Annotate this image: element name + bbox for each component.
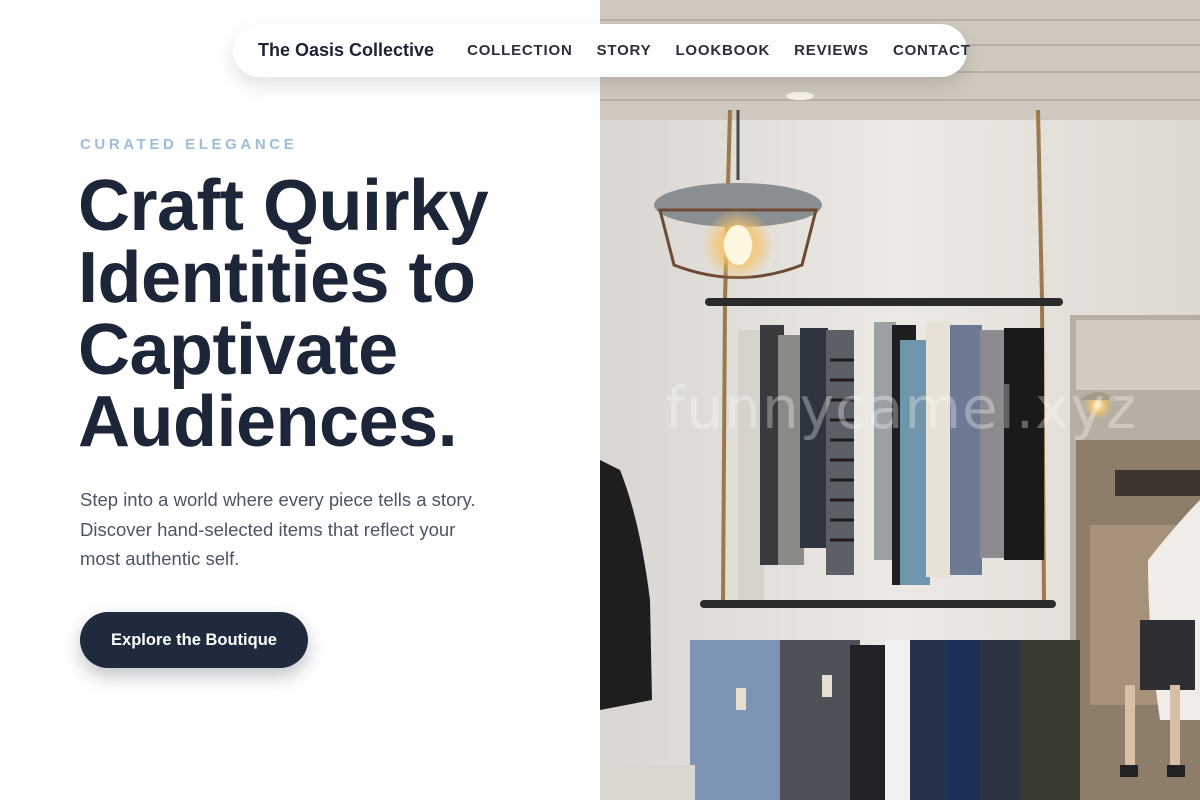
landing-page: funnycamel.xyz The Oasis Collective COLL… xyxy=(0,0,1200,800)
headline-line: Craft Quirky xyxy=(78,166,489,246)
subtext-line: Step into a world where every piece tell… xyxy=(80,489,476,510)
nav-link-reviews[interactable]: REVIEWS xyxy=(794,42,869,59)
watermark-text: funnycamel.xyz xyxy=(665,374,1138,442)
hero-headline: Craft Quirky Identities to Captivate Aud… xyxy=(78,170,578,458)
subtext-line: most authentic self. xyxy=(80,548,240,569)
subtext-line: Discover hand-selected items that reflec… xyxy=(80,518,456,540)
top-navigation: The Oasis Collective COLLECTION STORY LO… xyxy=(233,24,970,77)
nav-link-lookbook[interactable]: LOOKBOOK xyxy=(675,42,770,59)
brand-logo[interactable]: The Oasis Collective xyxy=(258,40,434,61)
hero-subtext: Step into a world where every piece tell… xyxy=(80,485,520,574)
explore-boutique-button[interactable]: Explore the Boutique xyxy=(80,612,308,668)
nav-link-contact[interactable]: CONTACT xyxy=(893,42,971,59)
hero-eyebrow: CURATED ELEGANCE xyxy=(80,136,298,153)
nav-links: COLLECTION STORY LOOKBOOK REVIEWS CONTAC… xyxy=(467,42,971,59)
headline-line: Captivate xyxy=(78,310,398,390)
nav-link-story[interactable]: STORY xyxy=(597,42,652,59)
headline-line: Identities to xyxy=(78,238,476,318)
headline-line: Audiences. xyxy=(78,382,458,462)
nav-link-collection[interactable]: COLLECTION xyxy=(467,42,573,59)
